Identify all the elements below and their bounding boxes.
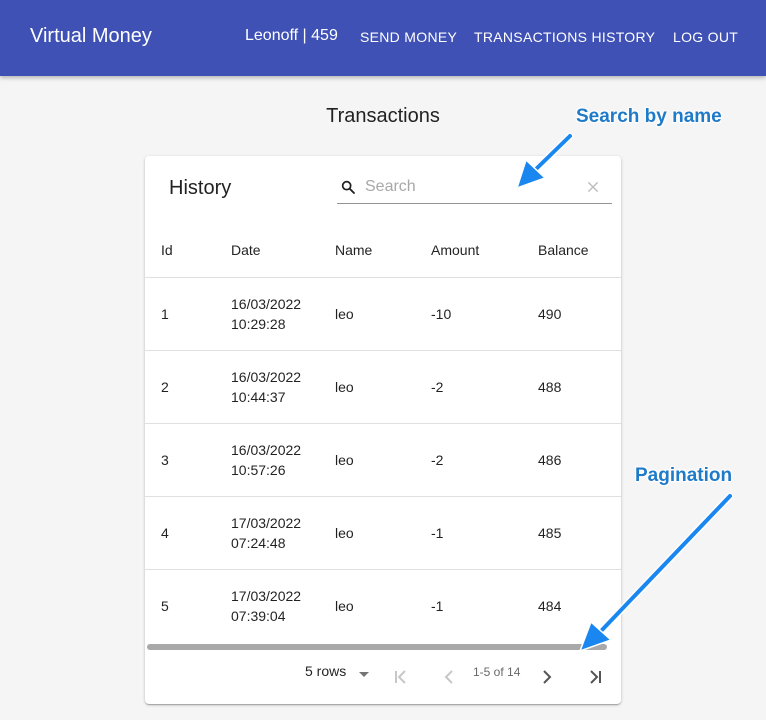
- table-row[interactable]: 5 17/03/2022 07:39:04 leo -1 484: [145, 569, 621, 642]
- cell-id: 2: [161, 379, 169, 395]
- cell-amount: -10: [431, 306, 452, 322]
- table-row[interactable]: 4 17/03/2022 07:24:48 leo -1 485: [145, 496, 621, 569]
- page-range-label: 1-5 of 14: [473, 665, 521, 679]
- pagination: 5 rows 1-5 of 14: [145, 650, 621, 704]
- cell-amount: -1: [431, 598, 444, 614]
- card-title: History: [169, 177, 232, 199]
- column-header-balance[interactable]: Balance: [538, 242, 589, 258]
- previous-page-icon[interactable]: [437, 665, 461, 689]
- cell-name: leo: [335, 452, 354, 468]
- app-bar: Virtual Money Leonoff | 459 SEND MONEY T…: [0, 0, 766, 76]
- pagination-annotation: Pagination: [635, 465, 733, 486]
- rows-per-page-select[interactable]: 5 rows: [305, 663, 346, 679]
- cell-time: 10:44:37: [231, 389, 286, 405]
- table-row[interactable]: 1 16/03/2022 10:29:28 leo -10 490: [145, 277, 621, 350]
- cell-date: 16/03/2022: [231, 296, 302, 312]
- brand-title: Virtual Money: [30, 25, 152, 47]
- cell-balance: 486: [538, 452, 562, 468]
- send-money-button[interactable]: SEND MONEY: [360, 29, 457, 45]
- clear-search-icon[interactable]: [586, 180, 600, 194]
- cell-name: leo: [335, 598, 354, 614]
- cell-date: 16/03/2022: [231, 442, 302, 458]
- cell-name: leo: [335, 525, 354, 541]
- cell-id: 4: [161, 525, 169, 541]
- cell-amount: -2: [431, 379, 444, 395]
- first-page-icon[interactable]: [389, 665, 413, 689]
- cell-amount: -2: [431, 452, 444, 468]
- cell-id: 5: [161, 598, 169, 614]
- cell-date: 17/03/2022: [231, 515, 302, 531]
- caret-down-icon[interactable]: [359, 672, 369, 677]
- search-input[interactable]: [365, 176, 575, 198]
- search-field: [337, 173, 612, 204]
- table-row[interactable]: 2 16/03/2022 10:44:37 leo -2 488: [145, 350, 621, 423]
- cell-name: leo: [335, 306, 354, 322]
- cell-id: 3: [161, 452, 169, 468]
- cell-name: leo: [335, 379, 354, 395]
- cell-balance: 488: [538, 379, 562, 395]
- last-page-icon[interactable]: [583, 665, 607, 689]
- cell-balance: 490: [538, 306, 562, 322]
- user-info: Leonoff | 459: [245, 27, 338, 44]
- cell-amount: -1: [431, 525, 444, 541]
- cell-time: 07:24:48: [231, 535, 286, 551]
- cell-time: 10:57:26: [231, 462, 286, 478]
- cell-balance: 485: [538, 525, 562, 541]
- log-out-button[interactable]: LOG OUT: [673, 29, 738, 45]
- next-page-icon[interactable]: [535, 665, 559, 689]
- column-header-id[interactable]: Id: [161, 242, 173, 258]
- cell-time: 10:29:28: [231, 316, 286, 332]
- search-annotation: Search by name: [576, 106, 722, 127]
- table-row[interactable]: 3 16/03/2022 10:57:26 leo -2 486: [145, 423, 621, 496]
- column-header-date[interactable]: Date: [231, 242, 261, 258]
- cell-id: 1: [161, 306, 169, 322]
- cell-balance: 484: [538, 598, 562, 614]
- cell-time: 07:39:04: [231, 608, 286, 624]
- history-card: History Id Date Name Amount Balance 1 16…: [145, 156, 621, 704]
- column-header-amount[interactable]: Amount: [431, 242, 479, 258]
- cell-date: 16/03/2022: [231, 369, 302, 385]
- search-icon: [341, 180, 355, 194]
- transactions-history-button[interactable]: TRANSACTIONS HISTORY: [474, 29, 655, 45]
- cell-date: 17/03/2022: [231, 588, 302, 604]
- column-header-name[interactable]: Name: [335, 242, 372, 258]
